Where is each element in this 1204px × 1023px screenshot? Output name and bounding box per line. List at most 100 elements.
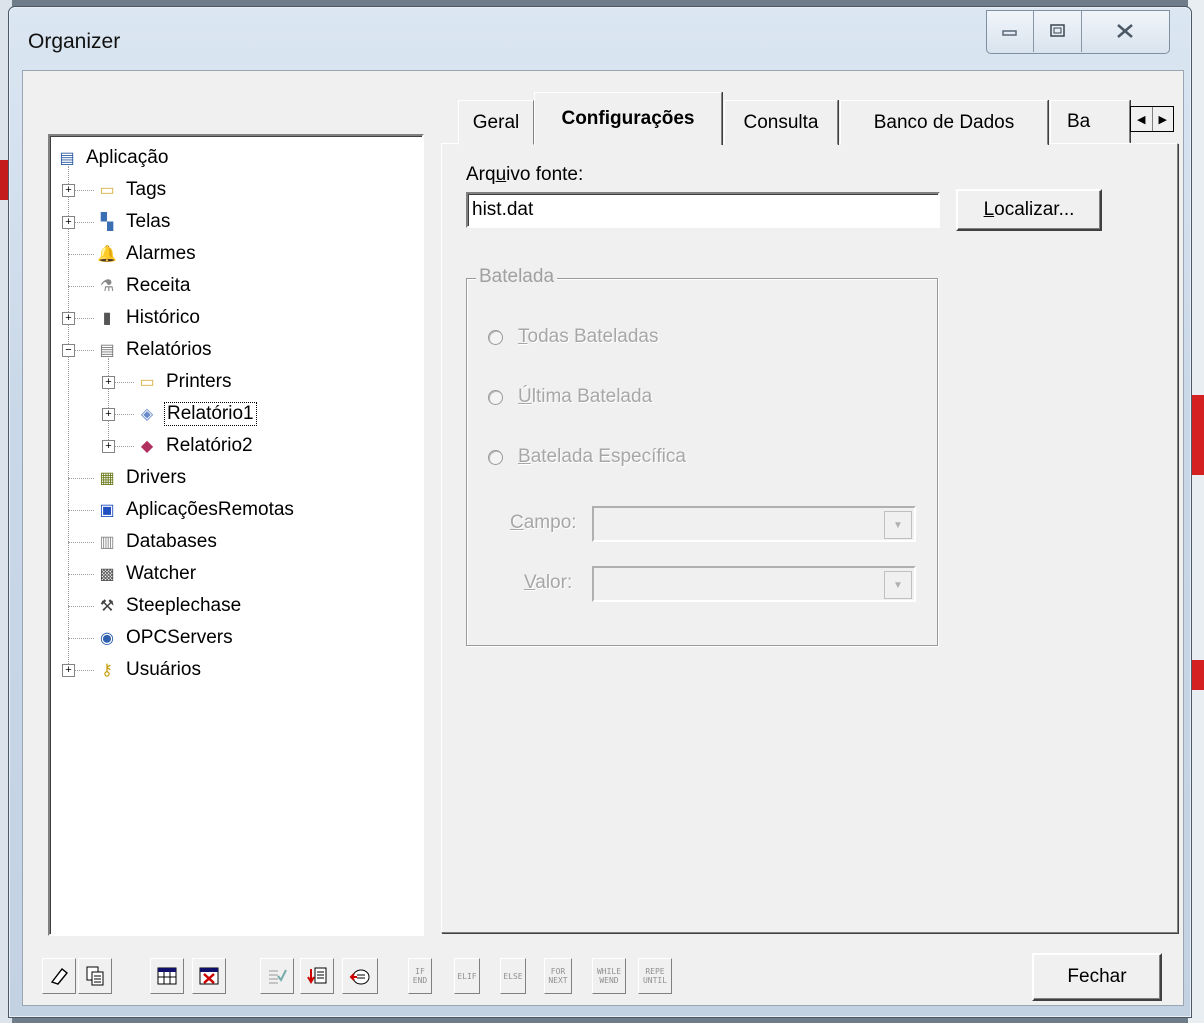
repeat-until-button[interactable]: REPE UNTIL — [638, 958, 672, 994]
expand-icon[interactable]: + — [62, 216, 75, 229]
eraser-button[interactable] — [42, 958, 76, 994]
tree-item-drivers[interactable]: ▦ Drivers — [96, 464, 188, 492]
tree-item-label: AplicaçõesRemotas — [126, 499, 294, 520]
maximize-button[interactable] — [1034, 10, 1082, 52]
tree-item-usu-rios[interactable]: ⚷ Usuários — [96, 656, 203, 684]
tree-item-label: Usuários — [126, 659, 201, 680]
tree-item-receita[interactable]: ⚗ Receita — [96, 272, 192, 300]
tab-label: Geral — [472, 111, 520, 133]
valor-select[interactable]: ▼ — [592, 566, 916, 602]
expand-icon[interactable]: + — [62, 312, 75, 325]
drivers-icon: ▦ — [99, 470, 115, 487]
campo-select[interactable]: ▼ — [592, 506, 916, 542]
import-button[interactable] — [300, 958, 334, 994]
tree-item-label: Alarmes — [126, 243, 196, 264]
desktop-background-accent — [1190, 660, 1204, 690]
fechar-button[interactable]: Fechar — [1032, 953, 1162, 1001]
close-window-button[interactable] — [1082, 10, 1168, 52]
table-icon — [157, 967, 177, 985]
tab-ba[interactable]: Ba — [1050, 100, 1130, 143]
copy-button[interactable] — [78, 958, 112, 994]
tree-item-databases[interactable]: ▥ Databases — [96, 528, 219, 556]
ultima-batelada-radio[interactable] — [488, 390, 503, 405]
tree-item-aplica-o[interactable]: ▤ Aplicação — [56, 144, 170, 172]
expand-icon[interactable]: + — [102, 408, 115, 421]
tab-configuracoes[interactable]: Configurações — [534, 92, 722, 145]
remote-apps-icon: ▣ — [99, 502, 115, 519]
window-title: Organizer — [28, 30, 121, 53]
tree-item-tags[interactable]: ▭ Tags — [96, 176, 168, 204]
tab-label: Configurações — [561, 108, 695, 129]
tree-item-opcservers[interactable]: ◉ OPCServers — [96, 624, 235, 652]
opc-server-icon: ◉ — [100, 630, 114, 647]
tree-item-alarmes[interactable]: 🔔 Alarmes — [96, 240, 198, 268]
tab-label: Ba — [1067, 110, 1091, 132]
batelada-title: Batelada — [476, 266, 558, 288]
bell-icon: 🔔 — [97, 246, 117, 263]
tree-item-label: Steeplechase — [126, 595, 242, 616]
tag-folder-icon: ▭ — [99, 182, 115, 199]
batelada-especifica-radio[interactable] — [488, 450, 503, 465]
tree-item-label: OPCServers — [126, 627, 233, 648]
batelada-especifica-label: Batelada Específica — [518, 446, 686, 467]
scroll-left-button[interactable]: ◀ — [1131, 107, 1153, 131]
tree-item-steeplechase[interactable]: ⚒ Steeplechase — [96, 592, 243, 620]
localizar-button[interactable]: Localizar... — [956, 189, 1102, 231]
application-icon: ▤ — [59, 150, 75, 167]
arquivo-fonte-value: hist.dat — [472, 199, 534, 220]
graphic-report-icon: ◆ — [140, 438, 154, 455]
for-next-button[interactable]: FOR NEXT — [544, 958, 572, 994]
copy-icon — [86, 966, 104, 986]
export-button[interactable] — [342, 958, 378, 994]
table-button[interactable] — [150, 958, 184, 994]
tree-item-watcher[interactable]: ▩ Watcher — [96, 560, 198, 588]
tab-banco-de-dados[interactable]: Banco de Dados — [840, 100, 1048, 145]
steeplechase-icon: ⚒ — [99, 598, 115, 615]
minimize-button[interactable] — [986, 10, 1034, 52]
if-end-button[interactable]: IF END — [408, 958, 432, 994]
tree-item-label: Printers — [166, 371, 232, 392]
expand-icon[interactable]: + — [102, 376, 115, 389]
expand-icon[interactable]: + — [62, 184, 75, 197]
elif-button[interactable]: ELIF — [454, 958, 480, 994]
while-wend-button[interactable]: WHILE WEND — [592, 958, 626, 994]
tree-item-aplica-esremotas[interactable]: ▣ AplicaçõesRemotas — [96, 496, 296, 524]
tree-item-label: Receita — [126, 275, 191, 296]
printer-folder-icon: ▭ — [139, 374, 155, 391]
table-delete-button[interactable] — [192, 958, 226, 994]
tree-item-relat-rio2[interactable]: ◆ Relatório2 — [136, 432, 255, 460]
arquivo-fonte-input[interactable]: hist.dat — [466, 192, 940, 228]
chevron-down-icon: ▼ — [884, 571, 912, 599]
watcher-icon: ▩ — [99, 566, 115, 583]
text-report-icon: ◈ — [140, 406, 154, 423]
organizer-tree[interactable]: ▤ Aplicação ▭ Tags + ▚ Telas + 🔔 Alarmes ⚗ Receita ▮… — [48, 134, 424, 936]
tree-item-relat-rio1[interactable]: ◈ Relatório1 — [136, 400, 257, 428]
check-list-button[interactable] — [260, 958, 294, 994]
arrow-left-icon: ◀ — [1137, 113, 1146, 126]
maximize-icon — [1049, 24, 1065, 37]
collapse-icon[interactable]: − — [62, 344, 75, 357]
tree-item-label: Databases — [126, 531, 217, 552]
else-button[interactable]: ELSE — [500, 958, 526, 994]
export-icon — [349, 969, 370, 985]
history-icon: ▮ — [102, 310, 112, 327]
todas-bateladas-radio[interactable] — [488, 330, 503, 345]
desktop-background-accent — [0, 160, 8, 200]
scroll-right-button[interactable]: ▶ — [1153, 107, 1174, 131]
tree-item-telas[interactable]: ▚ Telas — [96, 208, 172, 236]
import-icon — [307, 967, 327, 984]
close-icon — [1117, 24, 1133, 38]
tab-geral[interactable]: Geral — [458, 100, 534, 145]
recipe-icon: ⚗ — [99, 278, 115, 295]
chevron-down-icon: ▼ — [884, 511, 912, 539]
tree-item-hist-rico[interactable]: ▮ Histórico — [96, 304, 202, 332]
tab-label: Consulta — [743, 111, 819, 133]
key-icon: ⚷ — [101, 662, 113, 679]
expand-icon[interactable]: + — [102, 440, 115, 453]
tree-item-printers[interactable]: ▭ Printers — [136, 368, 233, 396]
tree-item-relat-rios[interactable]: ▤ Relatórios — [96, 336, 214, 364]
tab-consulta[interactable]: Consulta — [724, 100, 838, 145]
expand-icon[interactable]: + — [62, 664, 75, 677]
valor-label: Valor: — [524, 572, 573, 593]
tab-label: Banco de Dados — [873, 111, 1015, 133]
